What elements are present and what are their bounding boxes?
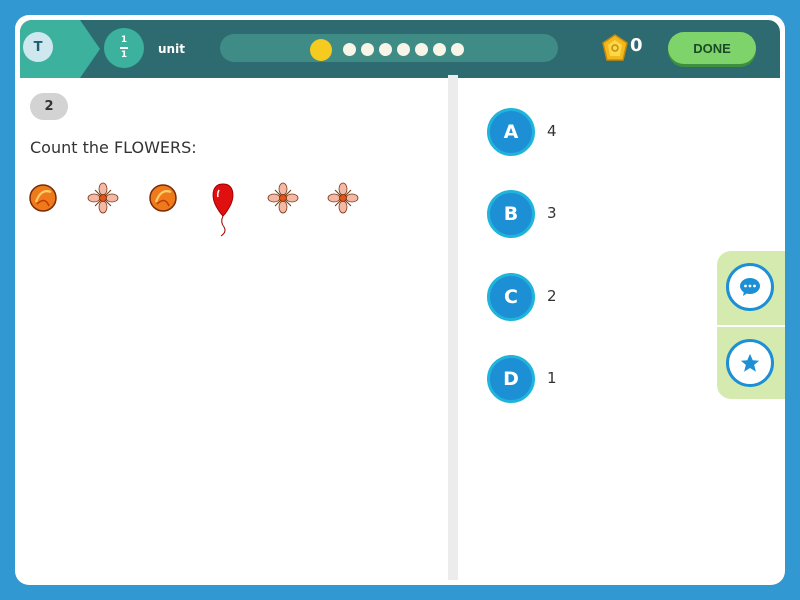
star-icon	[740, 353, 760, 372]
question-panel: 2 Count the FLOWERS:	[15, 75, 445, 585]
done-button[interactable]: DONE	[668, 32, 756, 64]
flower-icon	[87, 182, 123, 242]
progress-dot	[415, 43, 428, 56]
progress-dot	[433, 43, 446, 56]
user-avatar[interactable]: T	[23, 32, 53, 62]
answer-letter-button[interactable]: C	[487, 273, 535, 321]
top-bar: T 1 1 unit 0 DONE	[20, 20, 780, 78]
answer-option-c[interactable]: C2	[487, 273, 727, 323]
progress-dot	[451, 43, 464, 56]
side-tools	[717, 251, 785, 399]
answer-option-a[interactable]: A4	[487, 108, 727, 158]
unit-denominator: 1	[120, 49, 128, 60]
balloon-icon	[207, 182, 243, 242]
chat-icon	[740, 278, 760, 296]
unit-badge: 1 1	[104, 28, 144, 68]
tool-divider	[717, 325, 785, 327]
answer-letter-button[interactable]: B	[487, 190, 535, 238]
answer-value: 2	[547, 287, 557, 305]
flower-icon	[267, 182, 303, 242]
answer-value: 4	[547, 122, 557, 140]
progress-dot	[397, 43, 410, 56]
quiz-window: T 1 1 unit 0 DONE 2 Count the FLOWERS: A…	[15, 15, 785, 585]
score-value: 0	[630, 35, 643, 56]
progress-dot	[379, 43, 392, 56]
question-number: 2	[30, 93, 68, 120]
panel-divider	[448, 75, 458, 580]
unit-numerator: 1	[120, 35, 128, 46]
answer-letter-button[interactable]: D	[487, 355, 535, 403]
answer-option-d[interactable]: D1	[487, 355, 727, 405]
unit-label: unit	[158, 42, 185, 56]
progress-dot	[361, 43, 374, 56]
answer-option-b[interactable]: B3	[487, 190, 727, 240]
flower-icon	[327, 182, 363, 242]
orange-fruit-icon	[147, 182, 183, 242]
star-button[interactable]	[726, 339, 774, 387]
chat-button[interactable]	[726, 263, 774, 311]
user-tab[interactable]: T	[20, 20, 100, 78]
question-text: Count the FLOWERS:	[30, 138, 197, 157]
answer-value: 1	[547, 369, 557, 387]
progress-dot-current	[310, 39, 332, 61]
orange-fruit-icon	[27, 182, 63, 242]
answer-value: 3	[547, 204, 557, 222]
fraction-bar	[120, 47, 128, 49]
progress-track	[220, 34, 558, 62]
coin-icon	[602, 34, 628, 61]
user-initial: T	[33, 39, 43, 55]
progress-dot	[343, 43, 356, 56]
answer-letter-button[interactable]: A	[487, 108, 535, 156]
